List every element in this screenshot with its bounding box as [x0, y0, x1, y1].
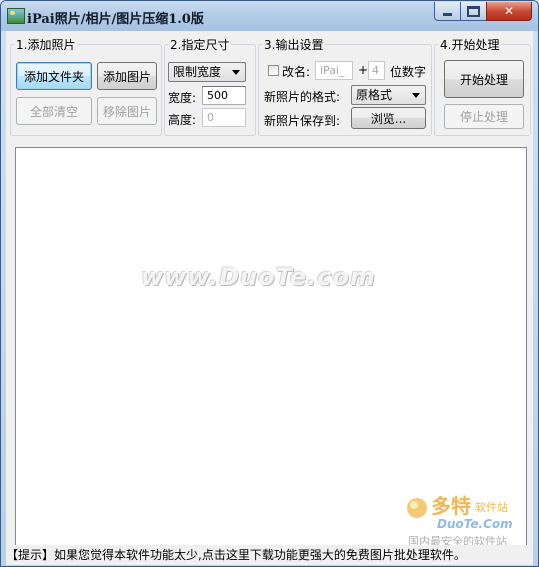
height-input[interactable]: 0 [202, 108, 246, 127]
minimize-button[interactable] [434, 2, 461, 21]
digits-label: 位数字 [390, 65, 427, 79]
close-icon: ✕ [503, 4, 515, 18]
rename-label: 改名: [282, 65, 311, 79]
client-area: 1.添加照片 添加文件夹 添加图片 全部清空 移除图片 2.指定尺寸 限制宽度 … [6, 31, 533, 561]
window-title: iPai照片/相片/图片压缩1.0版 [27, 12, 204, 27]
size-legend: 2.指定尺寸 [170, 38, 230, 52]
stop-button[interactable]: 停止处理 [444, 104, 524, 129]
start-button[interactable]: 开始处理 [444, 60, 524, 98]
format-select[interactable]: 原格式 [351, 85, 426, 105]
chevron-down-icon [412, 93, 420, 98]
size-mode-select[interactable]: 限制宽度 [168, 62, 246, 82]
close-button[interactable]: ✕ [486, 2, 532, 21]
browse-button[interactable]: 浏览... [351, 107, 426, 129]
logo-cn-small: 软件站 [475, 500, 508, 514]
add-image-button[interactable]: 添加图片 [97, 62, 157, 90]
size-mode-value: 限制宽度 [173, 65, 222, 79]
process-legend: 4.开始处理 [440, 38, 500, 52]
logo-cn: 多特 [431, 494, 471, 518]
clear-all-button[interactable]: 全部清空 [16, 97, 92, 125]
width-label: 宽度: [168, 91, 197, 105]
rename-prefix-input[interactable]: iPai_ [315, 61, 353, 80]
app-picture-icon [7, 8, 25, 24]
rename-checkbox[interactable] [268, 65, 279, 76]
plus-sign: + [358, 63, 369, 77]
add-photos-legend: 1.添加照片 [16, 38, 76, 52]
digits-input[interactable]: 4 [368, 61, 385, 80]
logo-en: DuoTe.Com [437, 517, 513, 531]
chevron-down-icon [232, 70, 240, 75]
format-label: 新照片的格式: [264, 90, 341, 104]
remove-image-button[interactable]: 移除图片 [97, 97, 157, 125]
maximize-button[interactable] [460, 2, 487, 21]
add-folder-button[interactable]: 添加文件夹 [16, 62, 92, 90]
watermark-text: www.DuoTe.com [141, 263, 376, 291]
output-legend: 3.输出设置 [264, 38, 324, 52]
title-bar[interactable]: iPai照片/相片/图片压缩1.0版 ✕ [1, 1, 538, 31]
save-to-label: 新照片保存到: [264, 114, 341, 128]
format-value: 原格式 [356, 88, 393, 102]
tip-status-link[interactable]: 【提示】如果您觉得本软件功能太少,点击这里下载功能更强大的免费图片批处理软件。 [6, 545, 533, 565]
app-window: iPai照片/相片/图片压缩1.0版 ✕ 1.添加照片 添加文件夹 添加图片 全… [0, 0, 539, 567]
height-label: 高度: [168, 113, 197, 127]
width-input[interactable]: 500 [202, 86, 246, 105]
